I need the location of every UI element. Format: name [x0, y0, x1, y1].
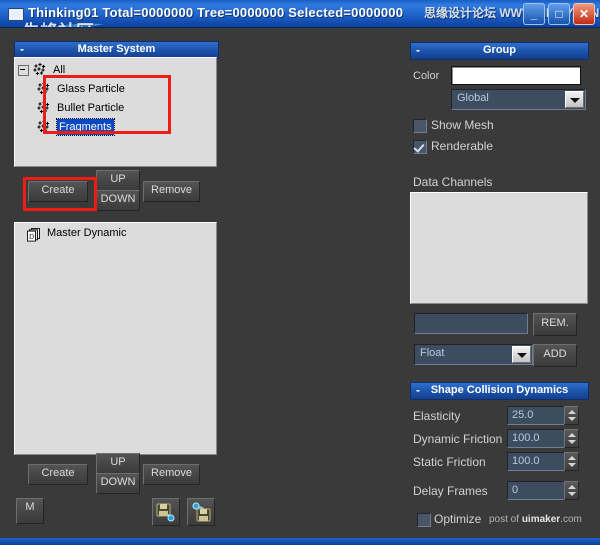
delay-frames-input[interactable]: 0	[507, 481, 569, 500]
thinking-particles-dialog: Thinking01 Total=0000000 Tree=0000000 Se…	[0, 0, 600, 545]
chevron-down-icon[interactable]	[512, 346, 531, 363]
static-friction-stepper[interactable]	[564, 452, 579, 471]
create-dynamic-button[interactable]: Create	[28, 464, 88, 485]
maximize-icon: □	[555, 7, 563, 21]
delay-frames-stepper[interactable]	[564, 481, 579, 500]
show-mesh-label: Show Mesh	[431, 118, 494, 132]
remove-system-button[interactable]: Remove	[143, 181, 200, 202]
static-friction-input[interactable]: 100.0	[507, 452, 569, 471]
renderable-label: Renderable	[431, 139, 494, 153]
remove-dynamic-button[interactable]: Remove	[143, 464, 200, 485]
tree-item-label: Bullet Particle	[57, 102, 125, 114]
move-up-system-button[interactable]: UP	[96, 170, 140, 191]
master-system-title: Master System	[77, 43, 156, 55]
add-channel-button[interactable]: ADD	[533, 344, 577, 367]
minimize-button[interactable]: _	[523, 3, 545, 25]
move-down-system-button[interactable]: DOWN	[96, 190, 140, 211]
close-button[interactable]: ✕	[573, 3, 595, 25]
group-mode-dropdown[interactable]: Global	[451, 89, 586, 110]
shape-collision-dynamics-title: Shape Collision Dynamics	[430, 384, 569, 396]
data-channels-list[interactable]	[410, 192, 588, 304]
elasticity-label: Elasticity	[413, 409, 461, 423]
collapse-icon[interactable]: -	[20, 42, 24, 57]
color-label: Color	[413, 70, 440, 82]
dynamic-friction-input[interactable]: 100.0	[507, 429, 569, 448]
window-bottom-edge	[0, 538, 600, 545]
tree-item-label: All	[53, 64, 66, 76]
particle-icon	[37, 101, 50, 114]
close-icon: ✕	[578, 7, 590, 21]
layers-document-icon: D	[27, 228, 40, 242]
optimize-label: Optimize	[434, 512, 482, 526]
tree-item-label: Glass Particle	[57, 83, 125, 95]
elasticity-input[interactable]: 25.0	[507, 406, 569, 425]
list-item[interactable]: Master Dynamic	[47, 227, 126, 239]
app-window-icon	[8, 8, 24, 21]
window-titlebar[interactable]: Thinking01 Total=0000000 Tree=0000000 Se…	[0, 0, 600, 28]
move-down-dynamic-button[interactable]: DOWN	[96, 473, 140, 494]
tree-item-label: Fragments	[56, 118, 115, 136]
svg-text:D: D	[29, 233, 34, 241]
watermark-uimaker: post of uimaker.com	[489, 514, 582, 525]
elasticity-stepper[interactable]	[564, 406, 579, 425]
data-channel-type-dropdown[interactable]: Float	[414, 344, 533, 365]
collapse-icon[interactable]: -	[416, 43, 420, 58]
remove-channel-button[interactable]: REM.	[533, 313, 577, 336]
group-rollout-header[interactable]: - Group	[410, 42, 589, 60]
create-system-button[interactable]: Create	[28, 181, 88, 202]
data-channels-label: Data Channels	[413, 175, 493, 189]
delay-frames-label: Delay Frames	[413, 484, 488, 498]
group-title: Group	[483, 44, 516, 56]
renderable-checkbox[interactable]	[413, 140, 427, 154]
save-preset-button[interactable]	[152, 498, 180, 526]
window-title: Thinking01 Total=0000000 Tree=0000000 Se…	[28, 5, 404, 20]
m-button[interactable]: M	[16, 498, 44, 524]
minimize-icon: _	[530, 7, 538, 21]
load-preset-button[interactable]	[187, 498, 215, 526]
maximize-button[interactable]: □	[548, 3, 570, 25]
show-mesh-checkbox[interactable]	[413, 119, 427, 133]
color-swatch[interactable]	[451, 66, 581, 85]
static-friction-label: Static Friction	[413, 455, 486, 469]
chevron-down-icon[interactable]	[565, 91, 584, 108]
particle-icon	[37, 120, 50, 133]
particle-icon	[37, 82, 50, 95]
move-up-dynamic-button[interactable]: UP	[96, 453, 140, 474]
collapse-icon[interactable]: -	[416, 383, 420, 398]
load-in-icon	[192, 502, 211, 522]
data-channel-name-input[interactable]	[414, 313, 528, 334]
zf-logo-swoosh-icon	[53, 23, 104, 27]
master-system-tree[interactable]: All Glass Particle Bullet Particle Fragment…	[14, 57, 217, 167]
dynamic-friction-stepper[interactable]	[564, 429, 579, 448]
optimize-checkbox[interactable]	[417, 513, 431, 527]
group-mode-value: Global	[457, 92, 489, 104]
shape-collision-dynamics-rollout-header[interactable]: - Shape Collision Dynamics	[410, 382, 589, 400]
master-dynamic-list[interactable]: D Master Dynamic	[14, 222, 217, 455]
save-out-icon	[156, 503, 175, 522]
dynamic-friction-label: Dynamic Friction	[413, 432, 503, 446]
data-channel-type-value: Float	[420, 347, 445, 359]
particle-icon	[33, 63, 46, 76]
tree-collapse-icon[interactable]	[18, 65, 29, 76]
